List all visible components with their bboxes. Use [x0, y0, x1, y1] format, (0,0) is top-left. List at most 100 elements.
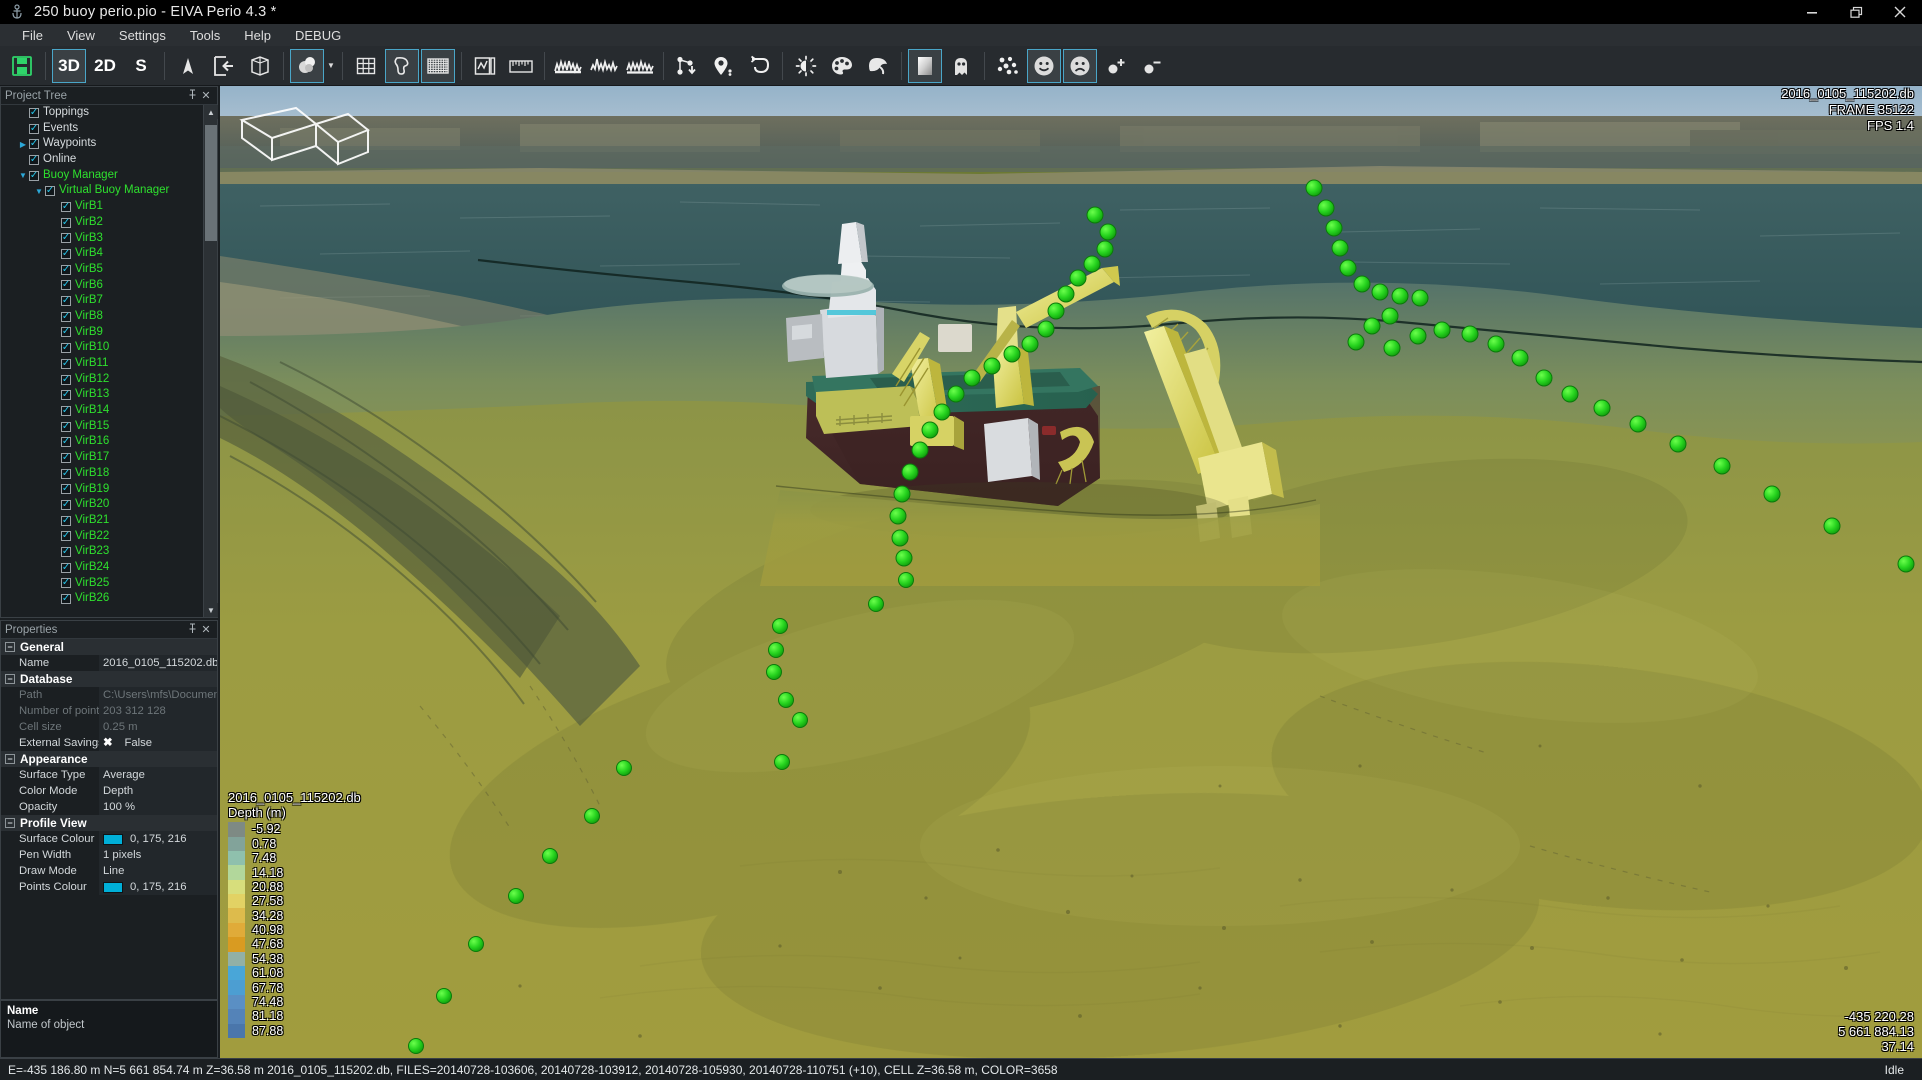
- tree-item-checkbox[interactable]: [61, 468, 71, 479]
- property-value[interactable]: 2016_0105_115202.db: [99, 655, 217, 671]
- property-value[interactable]: C:\Users\mfs\Documen: [99, 687, 217, 703]
- maximize-button[interactable]: [1834, 0, 1878, 24]
- gradient-square-button[interactable]: [908, 48, 942, 83]
- property-row-color-mode[interactable]: Color Mode Depth: [1, 783, 217, 799]
- ruler-button[interactable]: [504, 49, 538, 83]
- pin-icon[interactable]: [185, 623, 199, 637]
- group-collapse-icon[interactable]: −: [5, 818, 15, 828]
- route-node-button[interactable]: [670, 49, 704, 83]
- scroll-up-arrow[interactable]: ▲: [204, 105, 218, 119]
- tree-item-checkbox[interactable]: [61, 296, 71, 307]
- close-icon[interactable]: ✕: [199, 623, 213, 636]
- tree-item-online[interactable]: Online: [1, 152, 205, 168]
- dot-plus-button[interactable]: [1099, 49, 1133, 83]
- view-enter-box-button[interactable]: [207, 49, 241, 83]
- group-collapse-icon[interactable]: −: [5, 642, 15, 652]
- group-collapse-icon[interactable]: −: [5, 754, 15, 764]
- tree-item-checkbox[interactable]: [61, 594, 71, 605]
- tree-item-checkbox[interactable]: [61, 327, 71, 338]
- paint-bucket-button[interactable]: [861, 49, 895, 83]
- tree-item-virb7[interactable]: VirB7: [1, 293, 205, 309]
- waveform-button[interactable]: [551, 49, 585, 83]
- 3d-viewport[interactable]: 2016_0105_115202.db FRAME 35122 FPS 1.4 …: [220, 86, 1922, 1058]
- view-2d-button[interactable]: 2D: [88, 49, 122, 83]
- waveform-double-button[interactable]: [623, 49, 657, 83]
- colour-swatch[interactable]: [103, 833, 123, 845]
- property-group-general[interactable]: − General: [1, 639, 217, 655]
- palette-button[interactable]: [825, 49, 859, 83]
- property-value[interactable]: 203 312 128: [99, 703, 217, 719]
- tree-item-virb14[interactable]: VirB14: [1, 403, 205, 419]
- tree-item-checkbox[interactable]: [45, 186, 55, 197]
- tree-item-checkbox[interactable]: [61, 374, 71, 385]
- close-icon[interactable]: ✕: [199, 89, 213, 102]
- property-value[interactable]: 0.25 m: [99, 719, 217, 735]
- grid-button[interactable]: [349, 49, 383, 83]
- tree-item-checkbox[interactable]: [29, 154, 39, 165]
- tree-item-virb15[interactable]: VirB15: [1, 419, 205, 435]
- project-tree-scrollbar[interactable]: ▲ ▼: [203, 105, 218, 617]
- property-value[interactable]: Depth: [99, 783, 217, 799]
- tree-item-virb18[interactable]: VirB18: [1, 466, 205, 482]
- tree-item-virb3[interactable]: VirB3: [1, 231, 205, 247]
- map-pin-button[interactable]: [706, 49, 740, 83]
- tree-item-buoy-manager[interactable]: ▼ Buoy Manager: [1, 168, 205, 184]
- tree-item-checkbox[interactable]: [61, 421, 71, 432]
- tree-item-virb6[interactable]: VirB6: [1, 278, 205, 294]
- colour-swatch[interactable]: [103, 881, 123, 893]
- tree-item-virb20[interactable]: VirB20: [1, 497, 205, 513]
- tree-item-checkbox[interactable]: [61, 500, 71, 511]
- property-value[interactable]: Line: [99, 863, 217, 879]
- tree-item-checkbox[interactable]: [61, 484, 71, 495]
- property-row-name[interactable]: Name 2016_0105_115202.db: [1, 655, 217, 671]
- property-value[interactable]: 100 %: [99, 799, 217, 815]
- tree-collapse-icon[interactable]: ▼: [17, 171, 29, 180]
- tree-item-checkbox[interactable]: [29, 170, 39, 181]
- property-row-opacity[interactable]: Opacity 100 %: [1, 799, 217, 815]
- turn-arrow-button[interactable]: [742, 49, 776, 83]
- tree-item-checkbox[interactable]: [61, 390, 71, 401]
- tree-item-checkbox[interactable]: [29, 123, 39, 134]
- tree-item-checkbox[interactable]: [61, 358, 71, 369]
- scatter-points-button[interactable]: [991, 49, 1025, 83]
- tree-item-virb4[interactable]: VirB4: [1, 246, 205, 262]
- tree-item-checkbox[interactable]: [61, 233, 71, 244]
- tree-item-virtual-buoy-manager[interactable]: ▼ Virtual Buoy Manager: [1, 183, 205, 199]
- minimize-button[interactable]: [1790, 0, 1834, 24]
- tree-expand-icon[interactable]: ▶: [17, 140, 29, 149]
- menu-item-view[interactable]: View: [55, 26, 107, 45]
- lighting-button[interactable]: [290, 48, 324, 83]
- tree-item-checkbox[interactable]: [61, 531, 71, 542]
- tree-item-checkbox[interactable]: [61, 249, 71, 260]
- save-button[interactable]: [5, 49, 39, 83]
- tree-item-checkbox[interactable]: [61, 311, 71, 322]
- tree-item-virb8[interactable]: VirB8: [1, 309, 205, 325]
- lighting-dropdown-arrow[interactable]: ▼: [325, 49, 337, 83]
- tree-item-virb17[interactable]: VirB17: [1, 450, 205, 466]
- tree-item-checkbox[interactable]: [61, 264, 71, 275]
- property-row-surface-colour[interactable]: Surface Colour 0, 175, 216: [1, 831, 217, 847]
- waveform-spike-button[interactable]: [587, 49, 621, 83]
- tree-item-virb2[interactable]: VirB2: [1, 215, 205, 231]
- property-row-points-colour[interactable]: Points Colour 0, 175, 216: [1, 879, 217, 895]
- tree-item-virb26[interactable]: VirB26: [1, 591, 205, 607]
- brightness-button[interactable]: [789, 49, 823, 83]
- smiley-happy-button[interactable]: [1027, 48, 1061, 83]
- property-row-path[interactable]: Path C:\Users\mfs\Documen: [1, 687, 217, 703]
- tree-item-checkbox[interactable]: [61, 280, 71, 291]
- tree-item-checkbox[interactable]: [61, 343, 71, 354]
- scroll-thumb[interactable]: [205, 125, 217, 241]
- tree-item-virb19[interactable]: VirB19: [1, 482, 205, 498]
- profile-plot-button[interactable]: [468, 49, 502, 83]
- property-group-database[interactable]: − Database: [1, 671, 217, 687]
- tree-item-checkbox[interactable]: [61, 515, 71, 526]
- view-s-button[interactable]: S: [124, 49, 158, 83]
- tree-item-checkbox[interactable]: [61, 547, 71, 558]
- property-value[interactable]: ✖ False: [99, 735, 217, 751]
- view-3d-button[interactable]: 3D: [52, 48, 86, 83]
- ghost-button[interactable]: [944, 49, 978, 83]
- menu-item-settings[interactable]: Settings: [107, 26, 178, 45]
- tree-item-checkbox[interactable]: [61, 217, 71, 228]
- tree-item-virb9[interactable]: VirB9: [1, 325, 205, 341]
- menu-item-help[interactable]: Help: [232, 26, 283, 45]
